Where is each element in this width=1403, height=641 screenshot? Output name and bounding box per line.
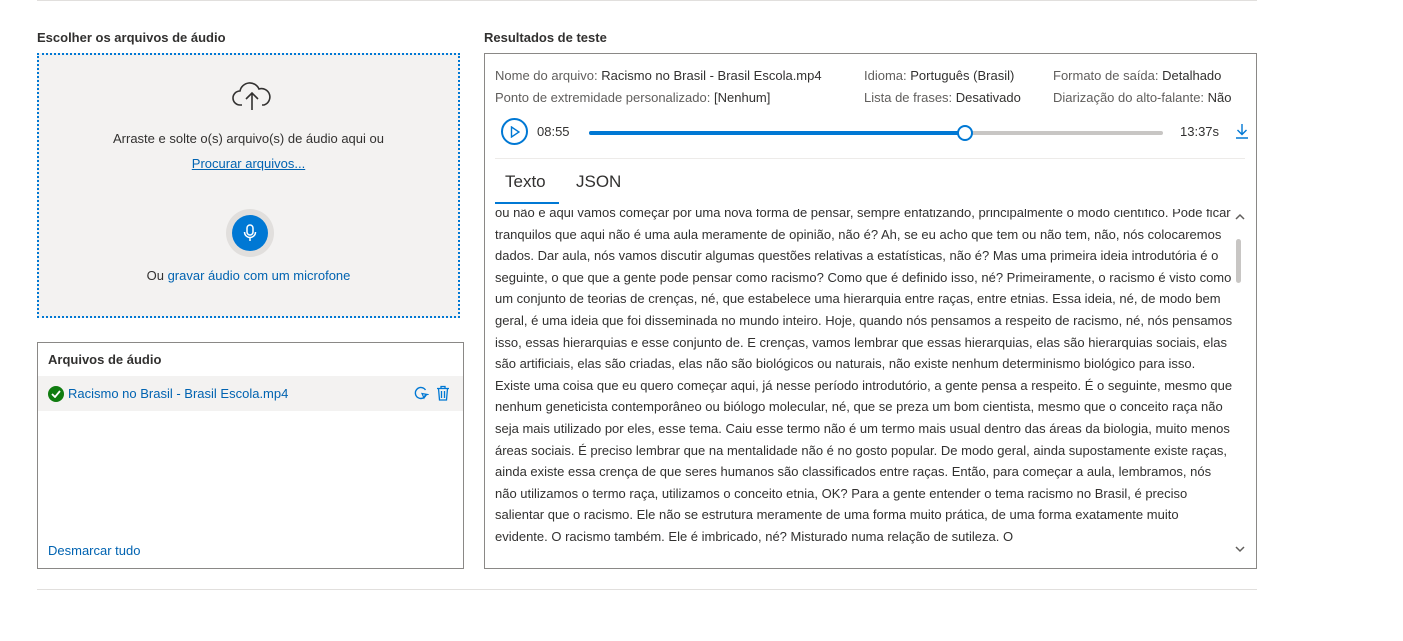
audio-player: 08:55 13:37s [501,118,1248,148]
results-panel: Nome do arquivo: Racismo no Brasil - Bra… [484,53,1257,569]
top-divider [37,0,1257,1]
total-time: 13:37s [1180,124,1220,139]
meta-output-format: Formato de saída: Detalhado [1053,68,1222,83]
play-icon [510,125,520,138]
tab-texto[interactable]: Texto [505,172,546,192]
seek-thumb[interactable] [956,125,973,141]
player-divider [495,158,1245,159]
audio-files-title: Arquivos de áudio [48,352,162,367]
seek-bar[interactable] [589,125,1163,141]
upload-section-label: Escolher os arquivos de áudio [37,30,226,45]
meta-phrase-list: Lista de frases: Desativado [864,90,1021,105]
audio-files-panel: Arquivos de áudio Racismo no Brasil - Br… [37,342,464,569]
seek-bar-progress [589,131,965,135]
meta-language: Idioma: Português (Brasil) [864,68,1015,83]
drop-instructions: Arraste e solte o(s) arquivo(s) de áudio… [113,131,384,146]
transcript-text-area[interactable]: ou não e aqui vamos começar por uma nova… [495,209,1233,565]
play-button[interactable] [501,118,528,145]
audio-dropzone[interactable]: Arraste e solte o(s) arquivo(s) de áudio… [37,53,460,318]
meta-file: Nome do arquivo: Racismo no Brasil - Bra… [495,68,822,83]
tab-json[interactable]: JSON [576,172,621,192]
record-microphone-button[interactable] [232,215,268,251]
retry-icon[interactable] [413,385,429,401]
cloud-upload-icon [232,82,271,110]
file-name[interactable]: Racismo no Brasil - Brasil Escola.mp4 [68,386,288,401]
microphone-icon [243,224,257,241]
browse-files-link[interactable]: Procurar arquivos... [192,156,305,171]
transcript-text: ou não e aqui vamos começar por uma nova… [495,209,1233,544]
bottom-divider [37,589,1257,590]
results-section-label: Resultados de teste [484,30,607,45]
delete-icon[interactable] [435,385,451,401]
current-time: 08:55 [537,124,570,139]
record-microphone-link[interactable]: gravar áudio com um microfone [168,268,351,283]
scroll-up-icon[interactable] [1234,212,1246,222]
active-tab-indicator [495,202,559,204]
microphone-button-ring [226,209,274,257]
meta-diarization: Diarização do alto-falante: Não [1053,90,1232,105]
file-list-item[interactable]: Racismo no Brasil - Brasil Escola.mp4 [38,376,463,411]
scroll-down-icon[interactable] [1234,544,1246,554]
check-circle-icon [48,385,64,402]
meta-endpoint: Ponto de extremidade personalizado: [Nen… [495,90,771,105]
scrollbar-thumb[interactable] [1236,239,1241,283]
download-icon[interactable] [1235,123,1249,139]
deselect-all-link[interactable]: Desmarcar tudo [48,543,140,558]
mic-prefix: Ou [146,268,164,283]
